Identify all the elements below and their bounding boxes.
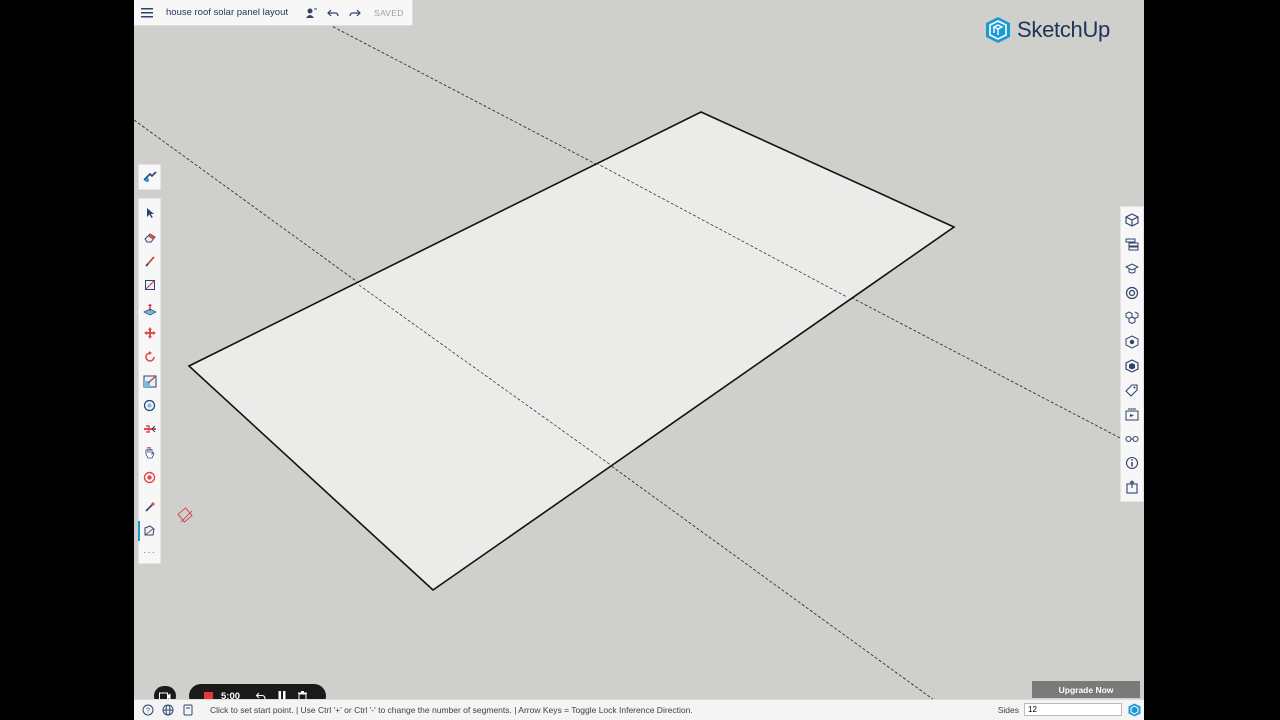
orbit-icon xyxy=(143,471,156,483)
status-bar: ? Click to set start point. | Use Ctrl '… xyxy=(134,699,1144,720)
undo-icon[interactable] xyxy=(322,2,344,24)
eyedropper-icon xyxy=(144,502,155,512)
pan-tool[interactable] xyxy=(139,441,160,465)
3d-warehouse-button[interactable] xyxy=(1121,354,1143,378)
materials-button[interactable] xyxy=(1121,329,1143,353)
components-icon xyxy=(1125,311,1139,324)
info-button[interactable] xyxy=(1121,451,1143,475)
scenes-button[interactable] xyxy=(1121,402,1143,426)
instructor-button[interactable] xyxy=(1121,257,1143,281)
polygon-icon xyxy=(144,525,155,536)
push-pull-tool[interactable] xyxy=(139,297,160,321)
rotate-icon xyxy=(144,351,155,362)
help-icon: ? xyxy=(142,704,154,716)
section-plane-icon xyxy=(143,425,156,433)
sketchup-wordmark: SketchUp xyxy=(1017,17,1110,42)
sides-input[interactable] xyxy=(1024,703,1122,716)
scale-tool[interactable] xyxy=(139,369,160,393)
tape-measure-tool[interactable] xyxy=(139,393,160,417)
polygon-cursor-icon xyxy=(177,507,193,523)
orbit-tool[interactable] xyxy=(139,465,160,489)
redo-icon[interactable] xyxy=(344,2,366,24)
eraser-tool[interactable] xyxy=(139,225,160,249)
credits-button[interactable] xyxy=(178,704,198,716)
sides-measurement: Sides xyxy=(998,703,1122,716)
scale-icon xyxy=(143,375,156,387)
styles-icon xyxy=(1125,286,1139,300)
outliner-icon xyxy=(1125,238,1139,251)
tags-icon xyxy=(1125,384,1138,397)
globe-icon xyxy=(162,704,174,716)
info-icon xyxy=(1125,457,1139,470)
materials-icon xyxy=(1125,335,1139,349)
more-icon: ··· xyxy=(143,546,156,558)
tape-measure-icon xyxy=(143,399,156,411)
tool-list: ··· xyxy=(138,198,161,564)
3d-viewport[interactable] xyxy=(134,0,1144,720)
search-tool-button[interactable] xyxy=(138,164,161,190)
pencil-tool[interactable] xyxy=(139,249,160,273)
rectangle-tool[interactable] xyxy=(139,273,160,297)
pencil-icon xyxy=(144,256,155,267)
select-tool[interactable] xyxy=(139,201,160,225)
save-status: SAVED xyxy=(374,7,404,18)
display-button[interactable] xyxy=(1121,427,1143,451)
more-tools-button[interactable]: ··· xyxy=(139,543,160,561)
sketchup-logo: SketchUp xyxy=(985,16,1110,44)
sides-label: Sides xyxy=(997,704,1019,715)
push-pull-icon xyxy=(142,303,157,315)
export-icon xyxy=(1126,480,1138,494)
rotate-tool[interactable] xyxy=(139,345,160,369)
select-icon xyxy=(146,208,154,218)
scenes-icon xyxy=(1125,408,1139,421)
sketchup-logo-icon xyxy=(986,17,1011,43)
polygon-tool[interactable] xyxy=(138,519,160,543)
menu-icon[interactable] xyxy=(136,2,158,24)
title-bar: house roof solar panel layout SAVED xyxy=(134,0,413,26)
styles-button[interactable] xyxy=(1121,281,1143,305)
tags-button[interactable] xyxy=(1121,378,1143,402)
search-tool-icon xyxy=(142,171,157,182)
geo-location-button[interactable] xyxy=(158,704,178,716)
export-button[interactable] xyxy=(1121,475,1143,499)
entity-info-button[interactable] xyxy=(1121,208,1143,232)
pan-icon xyxy=(145,446,155,458)
left-toolbar: ··· xyxy=(138,164,161,564)
status-sketchup-icon xyxy=(1128,703,1141,719)
3d-warehouse-icon xyxy=(1125,359,1139,373)
instructor-icon xyxy=(1125,263,1139,274)
move-tool[interactable] xyxy=(139,321,160,345)
eraser-icon xyxy=(143,233,156,243)
model-title[interactable]: house roof solar panel layout xyxy=(166,7,288,18)
rectangle-face[interactable] xyxy=(187,111,956,592)
move-icon xyxy=(143,327,156,339)
help-button[interactable]: ? xyxy=(138,704,158,716)
share-user-icon[interactable] xyxy=(300,2,322,24)
display-icon xyxy=(1125,435,1139,442)
status-hint-text: Click to set start point. | Use Ctrl '+'… xyxy=(210,705,693,715)
sketchup-app: house roof solar panel layout SAVED Sket… xyxy=(134,0,1144,720)
credits-icon xyxy=(183,704,193,716)
entity-info-icon xyxy=(1125,213,1139,227)
outliner-button[interactable] xyxy=(1121,232,1143,256)
upgrade-now-button[interactable]: Upgrade Now xyxy=(1032,681,1140,698)
rectangle-icon xyxy=(144,280,155,290)
section-plane-tool[interactable] xyxy=(139,417,160,441)
status-icons: ? xyxy=(138,704,198,716)
right-panel-toolbar xyxy=(1120,206,1144,502)
svg-text:?: ? xyxy=(146,708,150,715)
components-button[interactable] xyxy=(1121,305,1143,329)
eyedropper-tool[interactable] xyxy=(139,495,160,519)
